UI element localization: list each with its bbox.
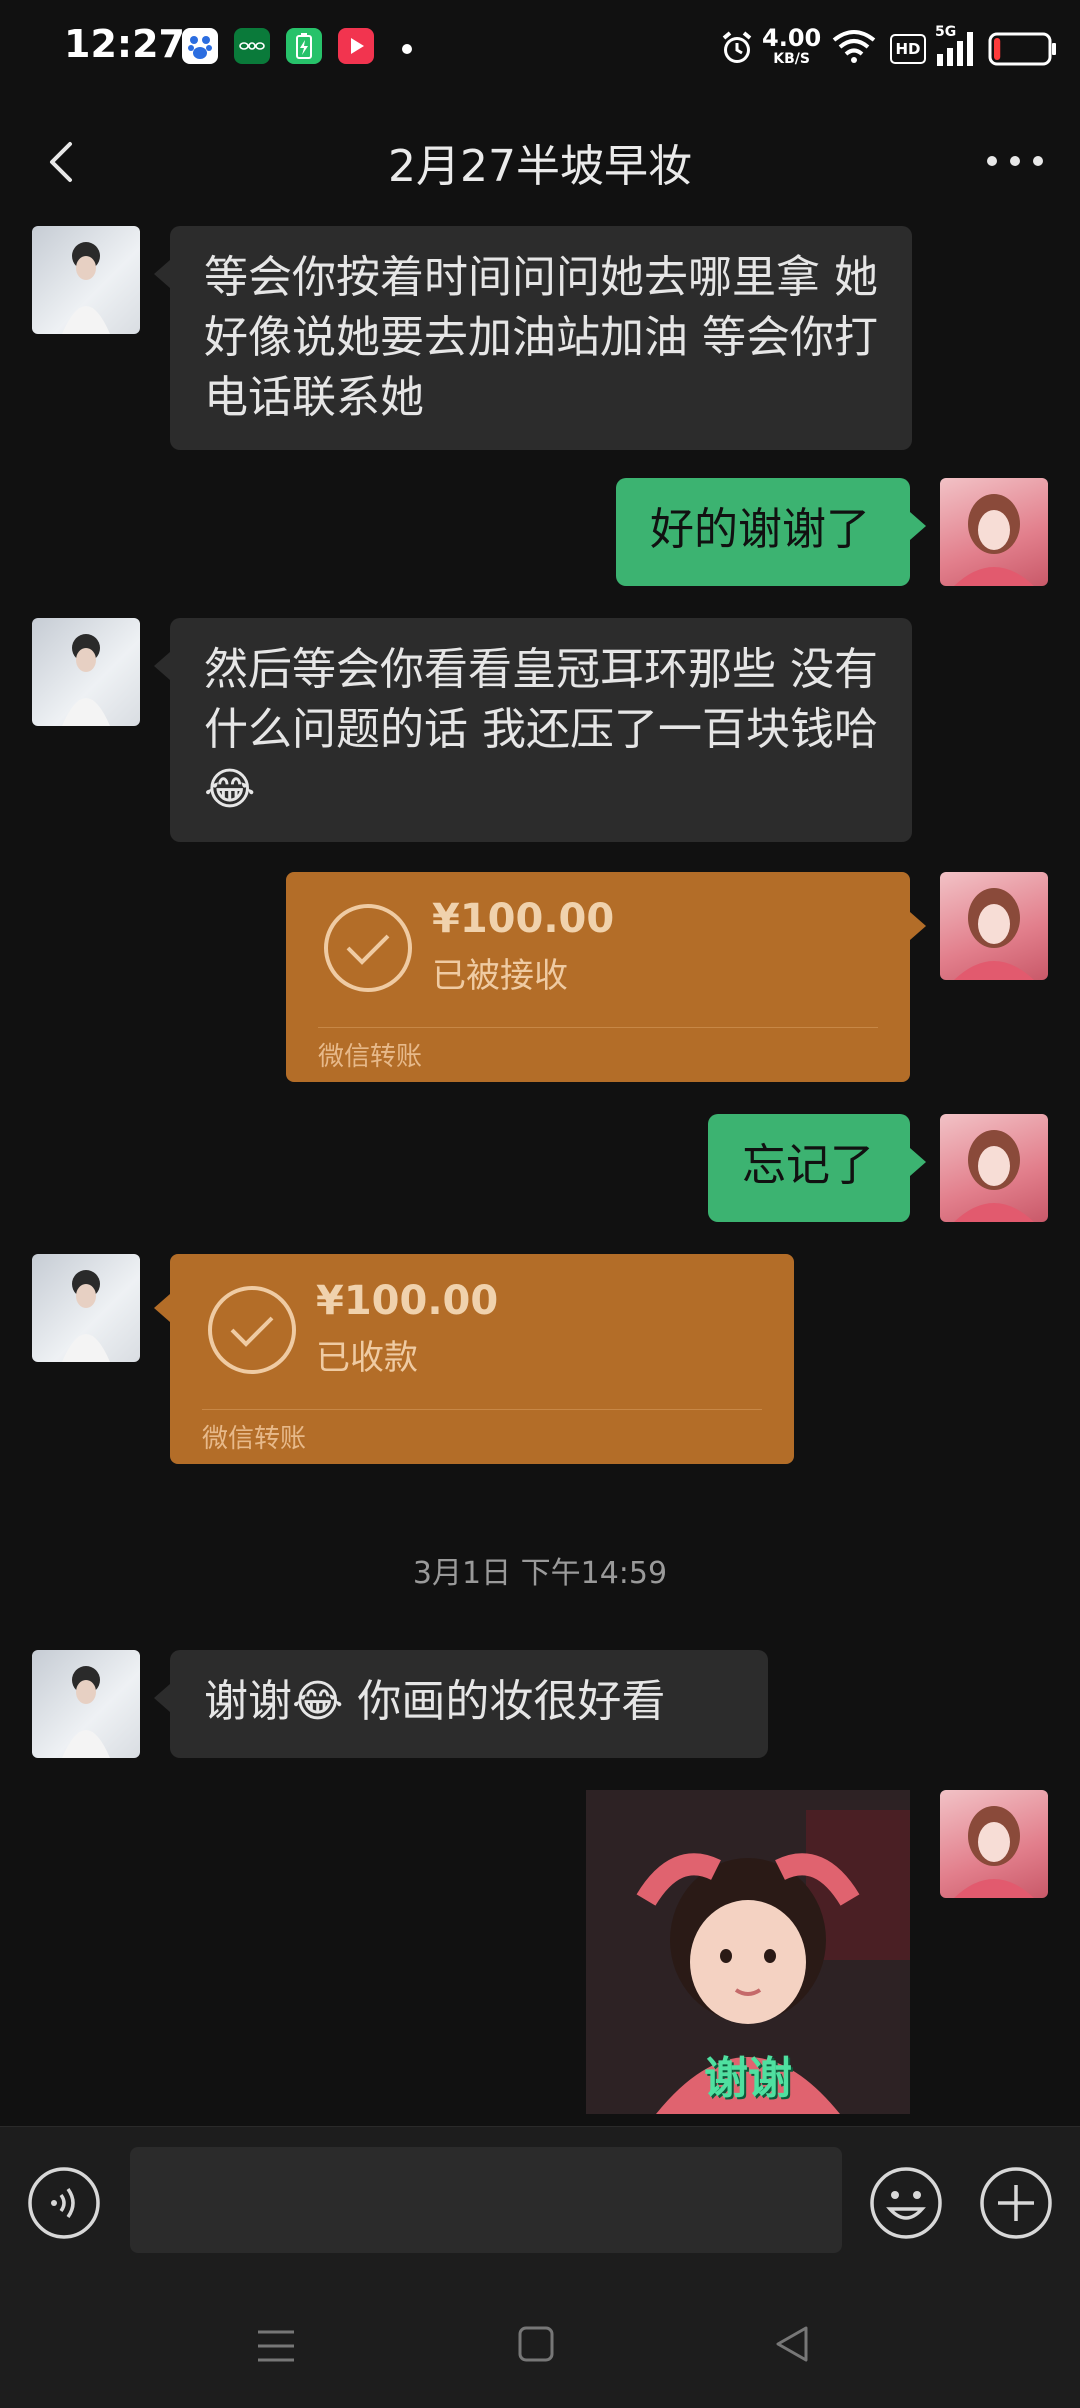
contact-avatar[interactable]	[32, 618, 140, 726]
baidu-icon	[182, 28, 218, 64]
transfer-card[interactable]: ¥100.00 已被接收 微信转账	[286, 872, 926, 1082]
network-speed-value: 4.00	[762, 24, 822, 52]
video-app-icon	[338, 28, 374, 64]
chat-input-bar	[0, 2126, 1080, 2287]
contact-avatar[interactable]	[32, 1650, 140, 1758]
transfer-card[interactable]: ¥100.00 已收款 微信转账	[154, 1254, 794, 1464]
user-avatar[interactable]	[940, 1114, 1048, 1222]
transfer-divider	[318, 1027, 878, 1028]
message-text: 谢谢😂 你画的妆很好看	[204, 1676, 666, 1727]
message-text: 然后等会你看看皇冠耳环那些 没有什么问题的话 我还压了一百块钱哈😂	[204, 644, 878, 815]
transfer-status: 已收款	[316, 1338, 418, 1378]
transfer-footer: 微信转账	[202, 1424, 307, 1454]
notification-dot	[402, 44, 412, 54]
network-speed: 4.00 KB/S	[762, 26, 821, 66]
message-text: 忘记了	[742, 1140, 874, 1191]
message-text: 等会你按着时间问问她去哪里拿 她好像说她要去加油站加油 等会你打电话联系她	[204, 252, 878, 423]
network-speed-unit: KB/S	[773, 51, 810, 67]
check-circle-icon	[208, 1286, 296, 1374]
hd-badge: HD	[890, 34, 926, 64]
user-avatar[interactable]	[940, 478, 1048, 586]
user-avatar[interactable]	[940, 1790, 1048, 1898]
transfer-footer: 微信转账	[318, 1042, 423, 1072]
oppo-icon	[234, 28, 270, 64]
check-circle-icon	[324, 904, 412, 992]
message-input[interactable]	[130, 2147, 842, 2253]
alarm-icon	[722, 31, 752, 63]
sticker-image[interactable]: 谢谢	[586, 1790, 910, 2114]
user-avatar[interactable]	[940, 872, 1048, 980]
chat-header: 2月27半坡早妆	[0, 96, 1080, 226]
contact-avatar[interactable]	[32, 226, 140, 334]
recent-apps-button[interactable]	[256, 2326, 296, 2366]
message-bubble[interactable]: 谢谢😂 你画的妆很好看	[154, 1650, 768, 1758]
message-bubble[interactable]: 忘记了	[708, 1114, 926, 1222]
battery-icon	[988, 32, 1056, 66]
transfer-status: 已被接收	[432, 956, 568, 996]
system-navigation-bar	[0, 2286, 1080, 2408]
status-time: 12:27	[64, 22, 185, 66]
wifi-icon	[832, 30, 876, 63]
transfer-amount: ¥100.00	[316, 1278, 499, 1324]
transfer-amount: ¥100.00	[432, 896, 615, 942]
message-bubble[interactable]: 然后等会你看看皇冠耳环那些 没有什么问题的话 我还压了一百块钱哈😂	[154, 618, 912, 842]
voice-input-button[interactable]	[26, 2165, 102, 2241]
message-timestamp: 3月1日 下午14:59	[412, 1556, 668, 1591]
more-actions-button[interactable]	[978, 2165, 1054, 2241]
message-text: 好的谢谢了	[650, 504, 870, 555]
chat-title: 2月27半坡早妆	[388, 141, 692, 192]
contact-avatar[interactable]	[32, 1254, 140, 1362]
system-icons: 4.00 KB/S HD 5G	[720, 24, 1056, 72]
system-back-button[interactable]	[772, 2322, 812, 2366]
sticker-caption: 谢谢	[704, 2053, 792, 2104]
message-bubble[interactable]: 好的谢谢了	[616, 478, 926, 586]
status-bar: 12:27 4.00 KB/S HD 5G	[0, 0, 1080, 96]
emoji-button[interactable]	[868, 2165, 944, 2241]
signal-icon	[937, 32, 973, 66]
transfer-divider	[202, 1409, 762, 1410]
home-button[interactable]	[516, 2322, 556, 2366]
message-bubble[interactable]: 等会你按着时间问问她去哪里拿 她好像说她要去加油站加油 等会你打电话联系她	[154, 226, 912, 450]
battery-app-icon	[286, 28, 322, 64]
more-options-button[interactable]	[980, 136, 1050, 186]
